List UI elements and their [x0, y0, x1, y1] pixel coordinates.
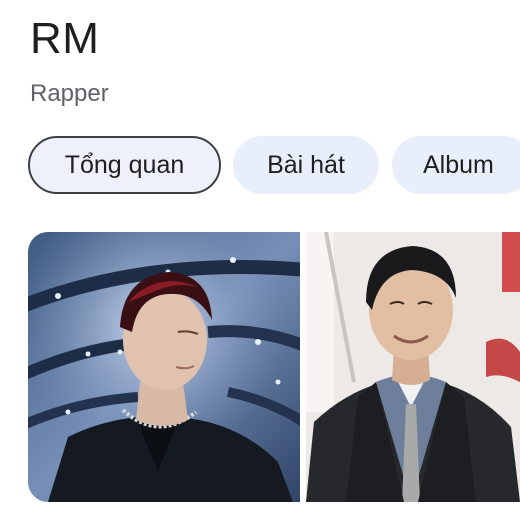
artist-photo-2 [306, 232, 520, 502]
image-result-1[interactable] [28, 232, 300, 502]
artist-photo-1 [28, 232, 300, 502]
tab-bar: Tổng quan Bài hát Album [0, 136, 520, 198]
tab-songs[interactable]: Bài hát [233, 136, 379, 194]
tab-albums[interactable]: Album [392, 136, 520, 194]
tab-overview[interactable]: Tổng quan [28, 136, 221, 194]
page-title: RM [30, 14, 100, 63]
image-result-2[interactable] [306, 232, 520, 502]
page-subtitle: Rapper [30, 80, 109, 107]
